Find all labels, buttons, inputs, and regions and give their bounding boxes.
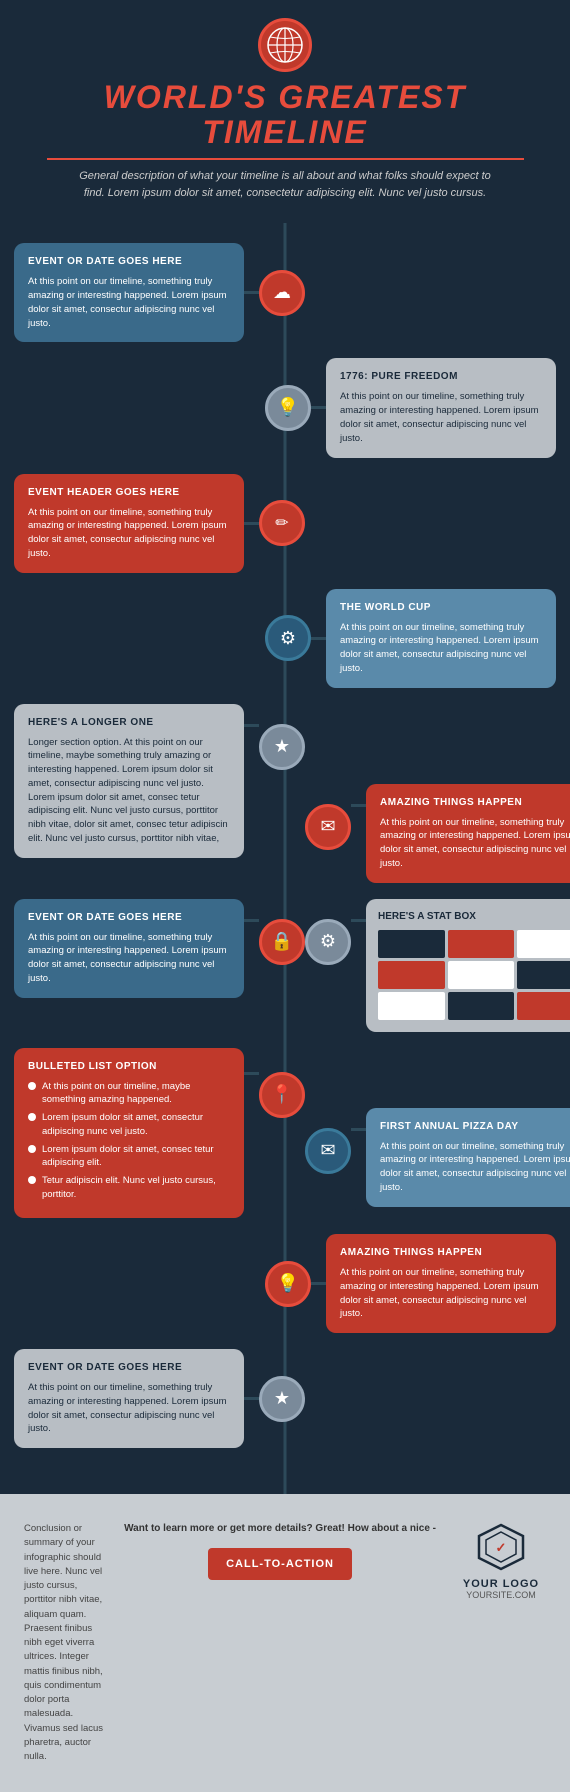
event-card-10: FIRST ANNUAL PIZZA DAY At this point on … (366, 1108, 570, 1207)
cta-prompt: Want to learn more or get more details? … (124, 1522, 436, 1536)
footer-conclusion: Conclusion or summary of your infographi… (24, 1522, 104, 1764)
event-card-3: EVENT HEADER GOES HERE At this point on … (14, 474, 244, 573)
card-body-5: Longer section option. At this point on … (28, 736, 230, 846)
card-title-6: AMAZING THINGS HAPPEN (380, 796, 570, 810)
logo-name: YOUR LOGO (463, 1578, 539, 1590)
footer-logo: ✓ YOUR LOGO YOURSITE.COM (456, 1522, 546, 1600)
card-title-3: EVENT HEADER GOES HERE (28, 486, 230, 500)
icon-dot-10: ✉ (305, 1128, 351, 1174)
event-card-2: 1776: PURE FREEDOM At this point on our … (326, 358, 556, 457)
bullet-item-4: Tetur adipiscin elit. Nunc vel justo cur… (28, 1174, 230, 1201)
timeline-section: EVENT OR DATE GOES HERE At this point on… (0, 223, 570, 1494)
stat-card: HERE'S A STAT BOX (366, 899, 570, 1032)
event-row-3-left: EVENT HEADER GOES HERE At this point on … (0, 474, 305, 573)
icon-dot-4: ⚙ (265, 615, 311, 661)
event-row-2-right: 1776: PURE FREEDOM At this point on our … (265, 298, 570, 457)
logo-circle (258, 18, 312, 72)
subtitle: General description of what your timelin… (75, 168, 495, 201)
card-body-3: At this point on our timeline, something… (28, 506, 230, 561)
card-title-5: HERE'S A LONGER ONE (28, 716, 230, 730)
card-body-4: At this point on our timeline, something… (340, 621, 542, 676)
card-title-10: FIRST ANNUAL PIZZA DAY (380, 1120, 570, 1134)
event-card-6: AMAZING THINGS HAPPEN At this point on o… (366, 784, 570, 883)
event-card-4: THE WORLD CUP At this point on our timel… (326, 589, 556, 688)
card-title-7: EVENT OR DATE GOES HERE (28, 911, 230, 925)
stat-grid (378, 930, 570, 1020)
footer-cta: Want to learn more or get more details? … (124, 1522, 436, 1580)
event-row-12-left: EVENT OR DATE GOES HERE At this point on… (0, 1349, 305, 1448)
card-title-11: AMAZING THINGS HAPPEN (340, 1246, 542, 1260)
card-title-12: EVENT OR DATE GOES HERE (28, 1361, 230, 1375)
event-row-5-left: HERE'S A LONGER ONE Longer section optio… (0, 704, 305, 858)
header: WORLD'S GREATEST TIMELINE General descri… (0, 0, 570, 223)
icon-dot-9: 📍 (259, 1072, 305, 1118)
bullet-list: At this point on our timeline, maybe som… (28, 1080, 230, 1201)
event-card-9: BULLETED LIST OPTION At this point on ou… (14, 1048, 244, 1218)
icon-dot-8: ⚙ (305, 919, 351, 965)
event-row-6-right: AMAZING THINGS HAPPEN At this point on o… (305, 704, 570, 883)
card-title-2: 1776: PURE FREEDOM (340, 370, 542, 384)
card-title-9: BULLETED LIST OPTION (28, 1060, 230, 1074)
event-row-7-left: EVENT OR DATE GOES HERE At this point on… (0, 899, 305, 998)
card-title-4: THE WORLD CUP (340, 601, 542, 615)
event-card-5: HERE'S A LONGER ONE Longer section optio… (14, 704, 244, 858)
icon-dot-3: ✏ (259, 500, 305, 546)
bullet-item-2: Lorem ipsum dolor sit amet, consectur ad… (28, 1111, 230, 1138)
svg-text:✓: ✓ (496, 1540, 507, 1555)
main-title: WORLD'S GREATEST TIMELINE (20, 80, 550, 150)
icon-dot-5: ★ (259, 724, 305, 770)
icon-dot-7: 🔒 (259, 919, 305, 965)
event-row-8-right: HERE'S A STAT BOX ⚙ (305, 899, 570, 1032)
card-title-1: EVENT OR DATE GOES HERE (28, 255, 230, 269)
card-body-2: At this point on our timeline, something… (340, 390, 542, 445)
card-body-11: At this point on our timeline, something… (340, 1266, 542, 1321)
logo-hex-icon: ✓ (476, 1522, 526, 1572)
card-body-7: At this point on our timeline, something… (28, 931, 230, 986)
title-divider (47, 158, 524, 160)
bullet-item-1: At this point on our timeline, maybe som… (28, 1080, 230, 1107)
event-row-9-left: BULLETED LIST OPTION At this point on ou… (0, 1048, 305, 1218)
card-body-6: At this point on our timeline, something… (380, 816, 570, 871)
cta-button[interactable]: CALL-TO-ACTION (208, 1548, 352, 1580)
logo-url: YOURSITE.COM (466, 1590, 536, 1600)
event-card-7: EVENT OR DATE GOES HERE At this point on… (14, 899, 244, 998)
icon-dot-11: 💡 (265, 1261, 311, 1307)
icon-dot-2: 💡 (265, 385, 311, 431)
card-body-10: At this point on our timeline, something… (380, 1140, 570, 1195)
footer: Conclusion or summary of your infographi… (0, 1494, 570, 1792)
event-row-4-right: THE WORLD CUP At this point on our timel… (265, 589, 570, 688)
icon-dot-12: ★ (259, 1376, 305, 1422)
event-card-12: EVENT OR DATE GOES HERE At this point on… (14, 1349, 244, 1448)
bullet-item-3: Lorem ipsum dolor sit amet, consec tetur… (28, 1143, 230, 1170)
event-row-11-right: AMAZING THINGS HAPPEN At this point on o… (265, 1234, 570, 1333)
stat-title: HERE'S A STAT BOX (378, 911, 570, 922)
card-body-12: At this point on our timeline, something… (28, 1381, 230, 1436)
icon-dot-6: ✉ (305, 804, 351, 850)
event-card-11: AMAZING THINGS HAPPEN At this point on o… (326, 1234, 556, 1333)
event-row-10-right: FIRST ANNUAL PIZZA DAY At this point on … (305, 1048, 570, 1207)
